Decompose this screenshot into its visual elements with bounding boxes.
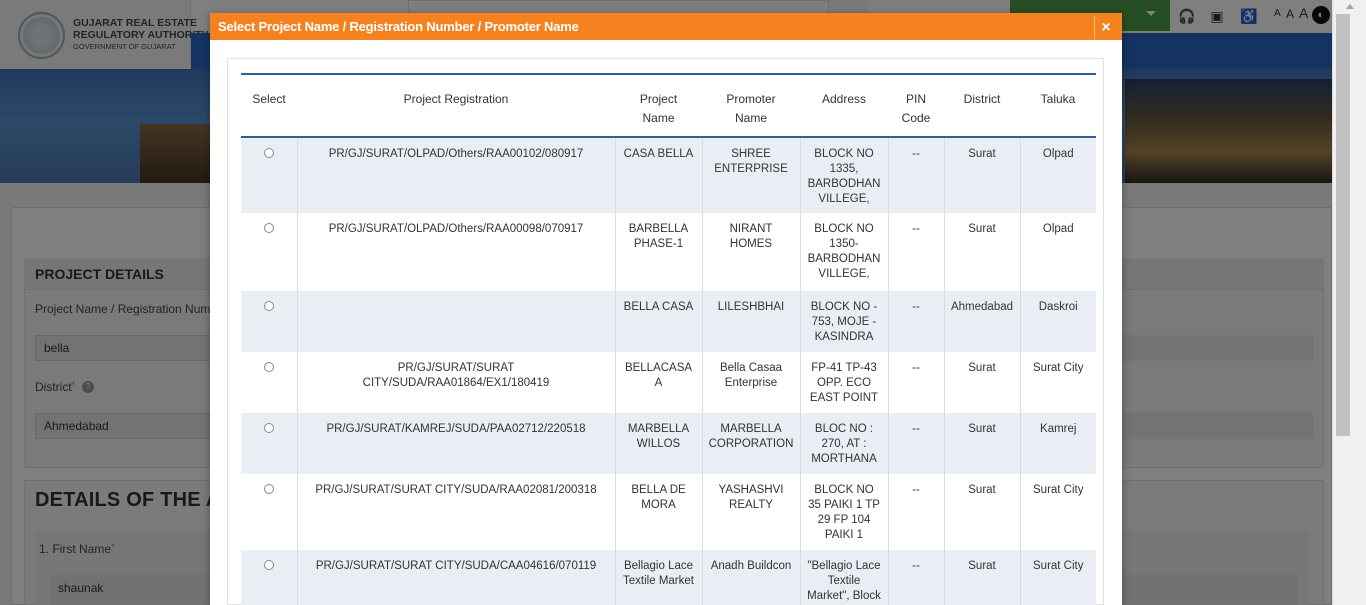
address-cell: "Bellagio Lace Textile Market", Block [800,550,889,605]
column-header-taluka: Taluka [1040,92,1076,106]
scrollbar-thumb[interactable] [1336,14,1350,436]
promoter-name-cell: SHREE ENTERPRISE [702,137,801,213]
taluka-cell: Surat City [1033,560,1084,572]
select-cell [241,474,298,550]
column-header-district: District [963,92,1001,106]
project-select-modal: Select Project Name / Registration Numbe… [210,13,1122,605]
taluka-cell: Olpad [1042,223,1074,235]
select-cell [241,137,298,213]
project-name-cell: BELLA CASA [615,291,703,352]
pin-code-cell: -- [888,413,945,474]
pin-code-cell: -- [888,352,945,413]
registration-cell: PR/GJ/SURAT/OLPAD/Others/RAA00102/080917 [297,137,616,213]
select-radio-button[interactable] [263,484,274,494]
pin-code-cell: -- [888,291,945,352]
address-cell: BLOCK NO 1335, BARBODHAN VILLEGE, [800,137,889,213]
address-cell: BLOCK NO 35 PAIKI 1 TP 29 FP 104 PAIKI 1 [800,474,889,550]
pin-code-cell: -- [888,550,945,605]
registration-cell: PR/GJ/SURAT/SURAT CITY/SUDA/RAA01864/EX1… [297,352,616,413]
pin-code-cell: -- [888,474,945,550]
column-header-promoter-name: Promoter Name [726,92,776,125]
promoter-name-cell: LILESHBHAI [702,291,801,352]
select-cell [241,213,298,291]
project-name-cell: Bellagio Lace Textile Market [615,550,703,605]
promoter-name-cell: Anadh Buildcon [702,550,801,605]
district-cell: Ahmedabad [944,291,1021,352]
project-name-cell: CASA BELLA [615,137,703,213]
column-header-pin-code: PIN Code [901,92,931,125]
district-cell: Surat [944,213,1021,291]
registration-cell: PR/GJ/SURAT/SURAT CITY/SUDA/CAA04616/070… [297,550,616,605]
select-cell [241,413,298,474]
column-header-project-name: Project Name [639,92,678,125]
select-cell [241,291,298,352]
scroll-up-icon[interactable] [1346,4,1354,9]
taluka-cell: Olpad [1042,148,1074,160]
address-cell: BLOC NO : 270, AT : MORTHANA [800,413,889,474]
column-header-address: Address [821,92,867,106]
select-cell [241,550,298,605]
select-radio-button[interactable] [263,362,274,372]
district-cell: Surat [944,550,1021,605]
promoter-name-cell: Bella Casaa Enterprise [702,352,801,413]
registration-cell: PR/GJ/SURAT/SURAT CITY/SUDA/RAA02081/200… [297,474,616,550]
district-cell: Surat [944,413,1021,474]
table-row[interactable]: PR/GJ/SURAT/SURAT CITY/SUDA/CAA04616/070… [241,550,1096,605]
table-header-row: Select Project Registration Project Name… [241,74,1096,137]
table-row[interactable]: PR/GJ/SURAT/SURAT CITY/SUDA/RAA01864/EX1… [241,352,1096,413]
taluka-cell: Kamrej [1040,423,1077,435]
modal-body: Select Project Registration Project Name… [227,58,1104,605]
address-cell: FP-41 TP-43 OPP. ECO EAST POINT [800,352,889,413]
table-body: PR/GJ/SURAT/OLPAD/Others/RAA00102/080917… [241,137,1096,605]
district-cell: Surat [944,474,1021,550]
table-row[interactable]: PR/GJ/SURAT/KAMREJ/SUDA/PAA02712/220518 M… [241,413,1096,474]
promoter-name-cell: NIRANT HOMES [702,213,801,291]
promoter-name-cell: MARBELLA CORPORATION [702,413,801,474]
project-name-cell: BELLACASAA [615,352,703,413]
taluka-cell: Surat City [1033,362,1084,374]
select-cell [241,352,298,413]
registration-cell: PR/GJ/SURAT/KAMREJ/SUDA/PAA02712/220518 [297,413,616,474]
pin-code-cell: -- [888,137,945,213]
table-row[interactable]: PR/GJ/SURAT/OLPAD/Others/RAA00102/080917… [241,137,1096,213]
promoter-name-cell: YASHASHVI REALTY [702,474,801,550]
page-scrollbar[interactable] [1332,0,1366,605]
column-header-registration: Project Registration [403,92,509,106]
project-name-cell: MARBELLA WILLOS [615,413,703,474]
modal-title: Select Project Name / Registration Numbe… [218,19,579,34]
registration-cell: PR/GJ/SURAT/OLPAD/Others/RAA00098/070917 [297,213,616,291]
district-cell: Surat [944,352,1021,413]
select-radio-button[interactable] [263,223,274,233]
modal-header: Select Project Name / Registration Numbe… [210,13,1122,40]
select-radio-button[interactable] [263,560,274,570]
district-cell: Surat [944,137,1021,213]
taluka-cell: Daskroi [1038,301,1078,313]
table-row[interactable]: PR/GJ/SURAT/SURAT CITY/SUDA/RAA02081/200… [241,474,1096,550]
column-header-select: Select [252,92,286,106]
project-results-table: Select Project Registration Project Name… [241,73,1096,605]
close-button[interactable]: × [1094,16,1117,39]
pin-code-cell: -- [888,213,945,291]
table-row[interactable]: PR/GJ/SURAT/OLPAD/Others/RAA00098/070917… [241,213,1096,291]
registration-cell [297,291,616,352]
address-cell: BLOCK NO 1350- BARBODHAN VILLEGE, [800,213,889,291]
address-cell: BLOCK NO - 753, MOJE - KASINDRA [800,291,889,352]
select-radio-button[interactable] [263,423,274,433]
project-name-cell: BELLA DE MORA [615,474,703,550]
project-name-cell: BARBELLA PHASE-1 [615,213,703,291]
select-radio-button[interactable] [263,301,274,311]
select-radio-button[interactable] [263,148,274,158]
taluka-cell: Surat City [1033,484,1084,496]
table-row[interactable]: BELLA CASA LILESHBHAI BLOCK NO - 753, MOJE… [241,291,1096,352]
